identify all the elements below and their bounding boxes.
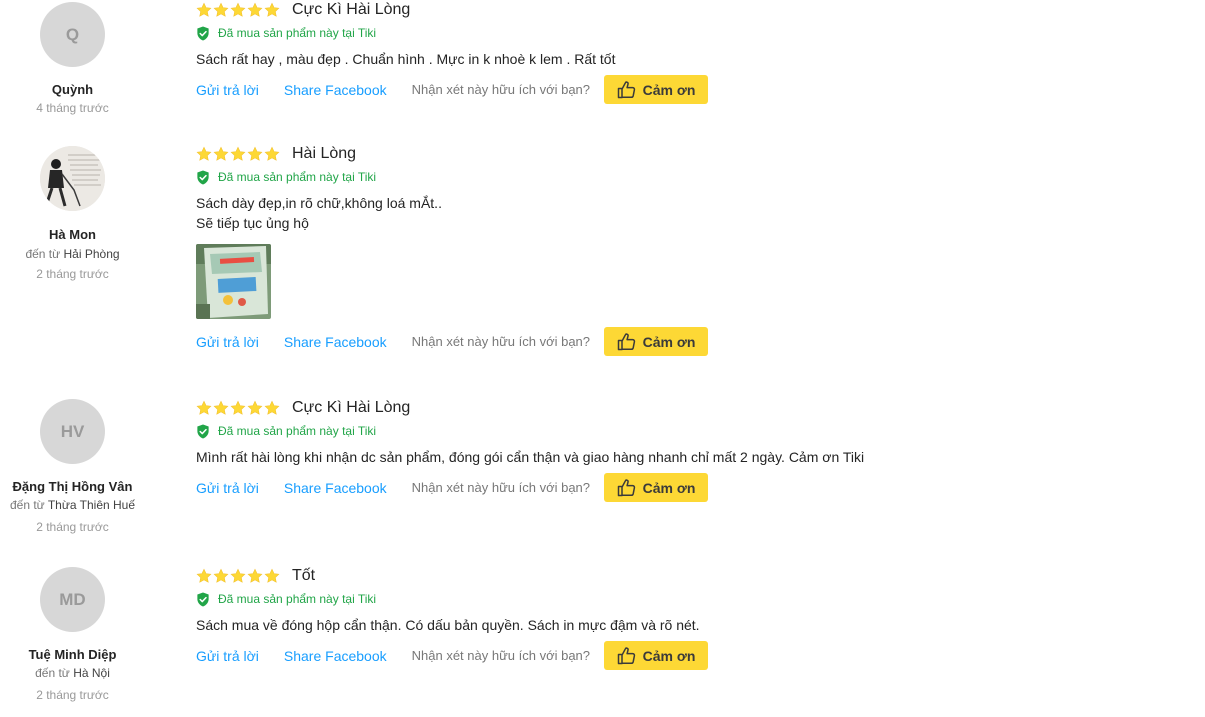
star-icon <box>196 568 212 584</box>
verified-purchase-label: Đã mua sản phẩm này tại Tiki <box>218 592 377 606</box>
avatar[interactable]: Q <box>40 2 105 67</box>
review-photo[interactable] <box>196 244 271 319</box>
review-actions: Gửi trả lời Share Facebook Nhận xét này … <box>196 473 896 502</box>
review-title: Hài Lòng <box>292 145 357 162</box>
verified-purchase: Đã mua sản phẩm này tại Tiki <box>196 168 896 186</box>
star-icon <box>213 146 229 162</box>
star-icon <box>264 568 280 584</box>
star-icon <box>247 146 263 162</box>
reply-link[interactable]: Gửi trả lời <box>196 334 259 350</box>
star-icon <box>264 400 280 416</box>
review-title: Tốt <box>292 567 316 584</box>
star-rating <box>196 400 280 416</box>
shield-check-icon <box>196 592 210 607</box>
verified-purchase-label: Đã mua sản phẩm này tại Tiki <box>218 26 377 40</box>
verified-purchase-label: Đã mua sản phẩm này tại Tiki <box>218 424 377 438</box>
thumbs-up-icon <box>617 81 637 99</box>
shield-check-icon <box>196 424 210 439</box>
star-icon <box>247 568 263 584</box>
share-facebook-link[interactable]: Share Facebook <box>284 480 387 496</box>
review-content: Hài Lòng Đã mua sản phẩm này tại Tiki Sá… <box>196 144 896 356</box>
verified-purchase-label: Đã mua sản phẩm này tại Tiki <box>218 170 377 184</box>
avatar[interactable]: HV <box>40 399 105 464</box>
star-rating <box>196 146 280 162</box>
user-name: Đặng Thị Hồng Vân <box>12 479 133 494</box>
thumbs-up-icon <box>617 647 637 665</box>
star-icon <box>196 400 212 416</box>
thumbs-up-icon <box>617 333 637 351</box>
star-rating <box>196 568 280 584</box>
thanks-label: Cảm ơn <box>642 479 696 496</box>
star-icon <box>196 2 212 18</box>
star-icon <box>230 400 246 416</box>
star-icon <box>247 400 263 416</box>
avatar[interactable] <box>40 146 105 211</box>
reply-link[interactable]: Gửi trả lời <box>196 82 259 98</box>
star-icon <box>264 2 280 18</box>
review-time: 2 tháng trước <box>36 520 109 534</box>
user-name: Tuệ Minh Diệp <box>28 647 117 662</box>
review-title: Cực Kì Hài Lòng <box>292 1 411 18</box>
avatar[interactable]: MD <box>40 567 105 632</box>
shield-check-icon <box>196 26 210 41</box>
helpful-question: Nhận xét này hữu ích với bạn? <box>411 82 591 97</box>
review-time: 2 tháng trước <box>36 267 109 281</box>
review-author: Q Quỳnh 4 tháng trước <box>0 2 145 116</box>
thanks-label: Cảm ơn <box>642 647 696 664</box>
thanks-label: Cảm ơn <box>642 81 696 98</box>
avatar-photo <box>40 146 105 211</box>
review-actions: Gửi trả lời Share Facebook Nhận xét này … <box>196 75 896 104</box>
share-facebook-link[interactable]: Share Facebook <box>284 648 387 664</box>
user-name: Quỳnh <box>51 82 94 97</box>
star-icon <box>264 146 280 162</box>
star-icon <box>213 2 229 18</box>
user-name: Hà Mon <box>49 227 96 242</box>
review-title: Cực Kì Hài Lòng <box>292 399 411 416</box>
review-content: Cực Kì Hài Lòng Đã mua sản phẩm này tại … <box>196 0 896 104</box>
review-time: 4 tháng trước <box>36 101 109 115</box>
star-icon <box>213 400 229 416</box>
review-actions: Gửi trả lời Share Facebook Nhận xét này … <box>196 327 896 356</box>
star-rating <box>196 2 280 18</box>
shield-check-icon <box>196 170 210 185</box>
share-facebook-link[interactable]: Share Facebook <box>284 82 387 98</box>
verified-purchase: Đã mua sản phẩm này tại Tiki <box>196 422 896 440</box>
helpful-question: Nhận xét này hữu ích với bạn? <box>411 648 591 663</box>
user-location: đến từ Hà Nội <box>35 666 110 680</box>
verified-purchase: Đã mua sản phẩm này tại Tiki <box>196 590 896 608</box>
thanks-button[interactable]: Cảm ơn <box>604 75 709 104</box>
review-content: Cực Kì Hài Lòng Đã mua sản phẩm này tại … <box>196 398 896 502</box>
star-icon <box>247 2 263 18</box>
star-icon <box>230 146 246 162</box>
review-text: Sách rất hay , màu đẹp . Chuẩn hình . Mự… <box>196 51 616 67</box>
review-author: Hà Mon đến từ Hải Phòng 2 tháng trước <box>0 146 145 282</box>
star-icon <box>230 2 246 18</box>
thanks-button[interactable]: Cảm ơn <box>604 473 709 502</box>
star-icon <box>213 568 229 584</box>
thanks-button[interactable]: Cảm ơn <box>604 641 709 670</box>
thanks-button[interactable]: Cảm ơn <box>604 327 709 356</box>
star-icon <box>230 568 246 584</box>
reply-link[interactable]: Gửi trả lời <box>196 480 259 496</box>
helpful-question: Nhận xét này hữu ích với bạn? <box>411 480 591 495</box>
share-facebook-link[interactable]: Share Facebook <box>284 334 387 350</box>
thanks-label: Cảm ơn <box>642 333 696 350</box>
review-text: Sách dày đẹp,in rõ chữ,không loá mẮt.. S… <box>196 195 442 231</box>
review-actions: Gửi trả lời Share Facebook Nhận xét này … <box>196 641 896 670</box>
review-time: 2 tháng trước <box>36 688 109 702</box>
review-author: MD Tuệ Minh Diệp đến từ Hà Nội 2 tháng t… <box>0 567 145 703</box>
review-author: HV Đặng Thị Hồng Vân đến từ Thừa Thiên H… <box>0 399 145 535</box>
thumbs-up-icon <box>617 479 637 497</box>
helpful-question: Nhận xét này hữu ích với bạn? <box>411 334 591 349</box>
review-content: Tốt Đã mua sản phẩm này tại Tiki Sách mu… <box>196 566 896 670</box>
review-text: Mình rất hài lòng khi nhận dc sản phẩm, … <box>196 449 865 465</box>
reply-link[interactable]: Gửi trả lời <box>196 648 259 664</box>
review-text: Sách mua về đóng hộp cẩn thận. Có dấu bả… <box>196 617 700 633</box>
book-photo <box>196 244 271 319</box>
star-icon <box>196 146 212 162</box>
user-location: đến từ Hải Phòng <box>25 247 120 261</box>
verified-purchase: Đã mua sản phẩm này tại Tiki <box>196 24 896 42</box>
user-location: đến từ Thừa Thiên Huế <box>9 498 136 512</box>
